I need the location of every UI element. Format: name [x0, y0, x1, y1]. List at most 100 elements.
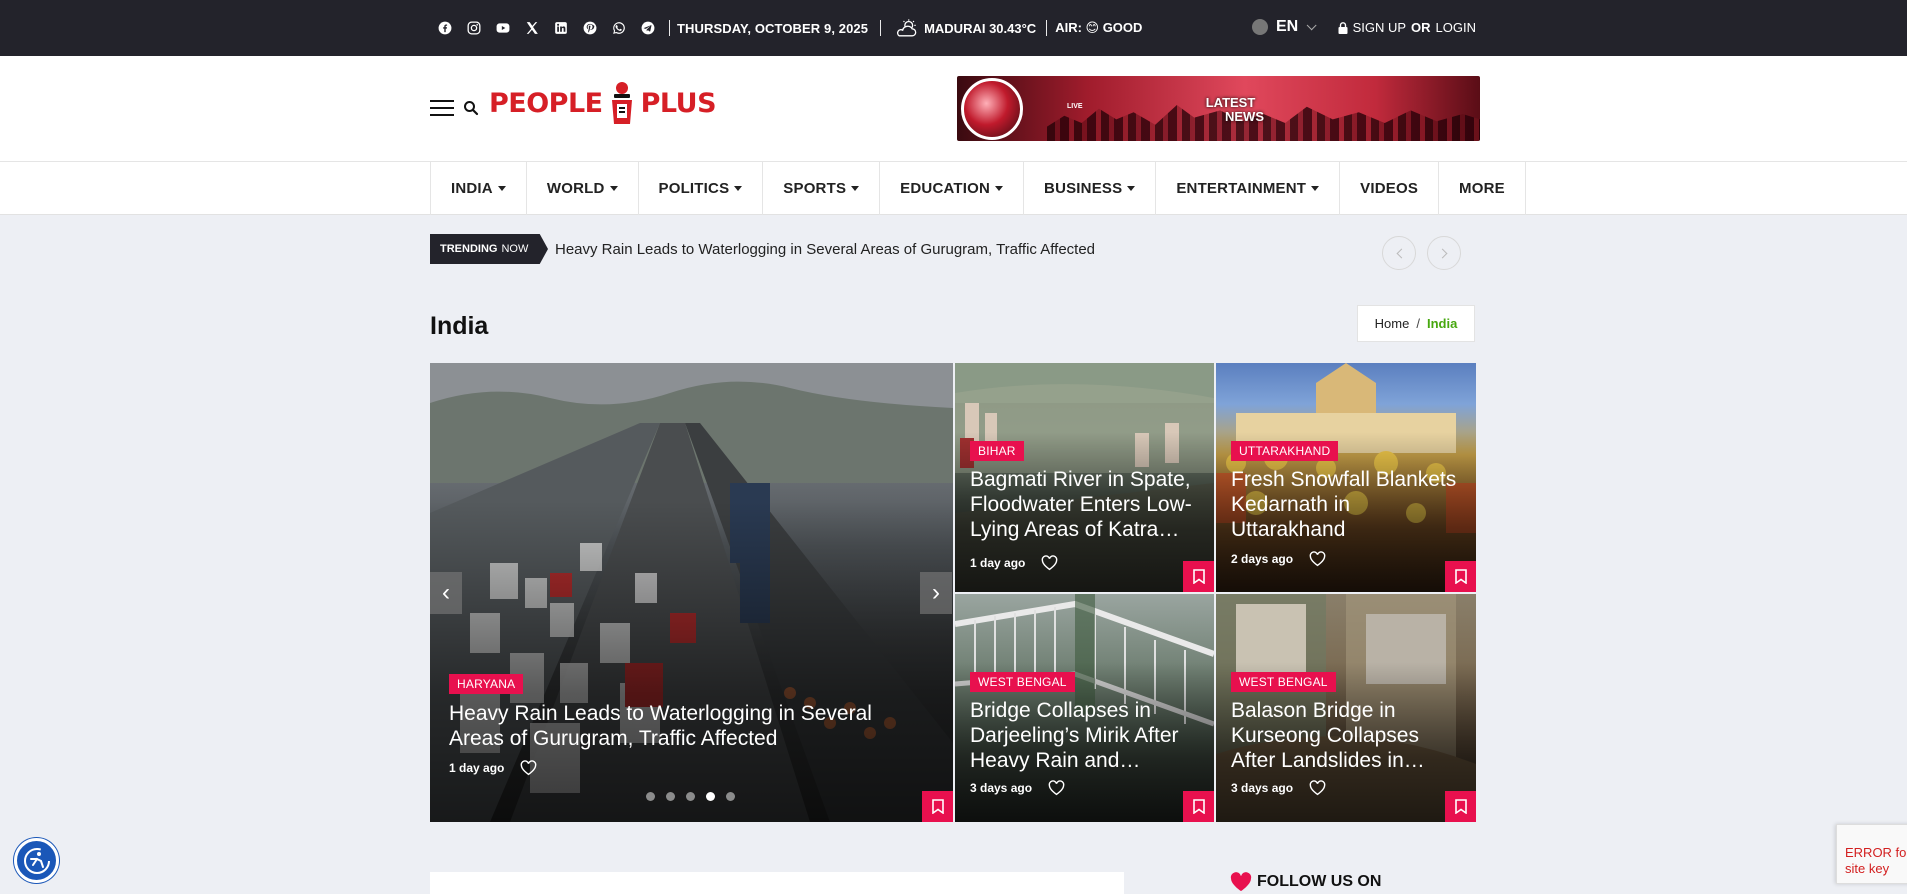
bookmark-button[interactable] [1445, 791, 1476, 822]
category-tag[interactable]: UTTARAKHAND [1231, 441, 1339, 461]
weather-widget: MADURAI 30.43°C [894, 18, 1036, 38]
globe-graphic [961, 78, 1023, 140]
language-selector[interactable]: EN [1252, 18, 1317, 36]
accessibility-button[interactable] [14, 838, 59, 883]
slider-dot-active[interactable] [706, 792, 715, 801]
hamburger-menu-icon[interactable] [430, 100, 454, 116]
news-card[interactable]: UTTARAKHAND Fresh Snowfall Blankets Keda… [1216, 363, 1476, 592]
nav-item-india[interactable]: INDIA [431, 162, 527, 215]
trending-next-button[interactable] [1427, 236, 1461, 270]
slider-dot[interactable] [726, 792, 735, 801]
whatsapp-icon[interactable] [604, 0, 633, 56]
nav-item-entertainment[interactable]: ENTERTAINMENT [1156, 162, 1341, 215]
divider [1046, 20, 1048, 36]
main-navigation: INDIA WORLD POLITICS SPORTS EDUCATION BU… [0, 161, 1907, 215]
bookmark-button[interactable] [1183, 561, 1214, 592]
breadcrumb-home-link[interactable]: Home [1375, 316, 1410, 331]
publish-time: 2 days ago [1231, 552, 1294, 566]
category-tag[interactable]: HARYANA [449, 674, 524, 694]
divider [669, 20, 670, 36]
card-title[interactable]: Balason Bridge in Kurseong Collapses Aft… [1231, 698, 1466, 773]
caret-down-icon [995, 186, 1004, 191]
latest-news-banner[interactable]: LIVE LATEST NEWS [957, 76, 1480, 141]
breadcrumb-separator: / [1416, 316, 1420, 331]
nav-item-politics[interactable]: POLITICS [639, 162, 764, 215]
trending-prev-button[interactable] [1382, 236, 1416, 270]
card-meta: 1 day ago [970, 555, 1058, 571]
banner-live-label: LIVE [1067, 103, 1083, 110]
nav-item-videos[interactable]: VIDEOS [1340, 162, 1440, 215]
caret-down-icon [851, 186, 860, 191]
heart-icon[interactable] [1309, 551, 1326, 567]
or-text: OR [1411, 20, 1431, 35]
youtube-icon[interactable] [488, 0, 517, 56]
lock-icon [1338, 21, 1348, 34]
bookmark-icon [1192, 569, 1205, 584]
nav-item-business[interactable]: BUSINESS [1024, 162, 1157, 215]
slider-next-button[interactable]: › [920, 572, 952, 614]
publish-time: 1 day ago [449, 761, 505, 775]
follow-us-heading: FOLLOW US ON [1230, 872, 1381, 892]
signup-link[interactable]: SIGN UP [1353, 20, 1406, 35]
category-tag[interactable]: BIHAR [970, 441, 1024, 461]
slider-dot[interactable] [666, 792, 675, 801]
logo-mascot-icon [611, 82, 632, 124]
login-link[interactable]: LOGIN [1436, 20, 1476, 35]
news-card[interactable]: WEST BENGAL Balason Bridge in Kurseong C… [1216, 594, 1476, 822]
heart-icon[interactable] [1048, 780, 1065, 796]
slider-dot[interactable] [646, 792, 655, 801]
bookmark-button[interactable] [922, 791, 953, 822]
card-meta: 3 days ago [1231, 780, 1326, 796]
slider-prev-button[interactable]: ‹ [430, 572, 462, 614]
slider-dots [646, 792, 746, 801]
bookmark-button[interactable] [1445, 561, 1476, 592]
news-card[interactable]: WEST BENGAL Bridge Collapses in Darjeeli… [955, 594, 1214, 822]
caret-down-icon [1127, 186, 1136, 191]
x-icon[interactable] [517, 0, 546, 56]
recaptcha-error-badge: ERROR for site key [1836, 824, 1907, 884]
nav-item-world[interactable]: WORLD [527, 162, 639, 215]
trending-headline-link[interactable]: Heavy Rain Leads to Waterlogging in Seve… [555, 241, 1095, 258]
news-card[interactable]: BIHAR Bagmati River in Spate, Floodwater… [955, 363, 1214, 592]
bookmark-icon [1454, 799, 1467, 814]
heart-icon[interactable] [1041, 555, 1058, 571]
chevron-down-icon [1306, 19, 1317, 30]
site-header: PEOPLE PLUS LIVE LATEST NEWS [0, 56, 1907, 161]
facebook-icon[interactable] [430, 0, 459, 56]
chevron-right-icon [1437, 248, 1447, 258]
nav-item-more[interactable]: MORE [1439, 162, 1526, 215]
slider-dot[interactable] [686, 792, 695, 801]
telegram-icon[interactable] [633, 0, 662, 56]
heart-icon[interactable] [520, 760, 537, 776]
nav-item-sports[interactable]: SPORTS [763, 162, 881, 215]
instagram-icon[interactable] [459, 0, 488, 56]
content-panel [430, 872, 1124, 894]
caret-down-icon [734, 186, 743, 191]
pinterest-icon[interactable] [575, 0, 604, 56]
breadcrumb: Home / India [1357, 305, 1475, 342]
globe-icon [1252, 19, 1268, 35]
featured-slider[interactable]: HARYANA Heavy Rain Leads to Waterlogging… [430, 363, 953, 822]
top-bar: THURSDAY, OCTOBER 9, 2025 MADURAI 30.43°… [0, 0, 1907, 56]
site-logo[interactable]: PEOPLE PLUS [489, 78, 717, 128]
category-tag[interactable]: WEST BENGAL [1231, 672, 1336, 692]
nav-item-education[interactable]: EDUCATION [880, 162, 1025, 215]
accessibility-icon [23, 847, 50, 874]
category-tag[interactable]: WEST BENGAL [970, 672, 1075, 692]
social-links [430, 0, 662, 56]
weather-text: MADURAI 30.43°C [924, 20, 1037, 36]
bookmark-icon [1454, 569, 1467, 584]
air-quality: AIR: 😊 GOOD [1055, 20, 1143, 35]
heart-icon[interactable] [1309, 780, 1326, 796]
caret-down-icon [497, 186, 506, 191]
trending-now-label: TRENDING NOW [430, 234, 548, 264]
publish-time: 3 days ago [1231, 781, 1294, 795]
linkedin-icon[interactable] [546, 0, 575, 56]
slide-title[interactable]: Heavy Rain Leads to Waterlogging in Seve… [449, 701, 929, 751]
card-title[interactable]: Fresh Snowfall Blankets Kedarnath in Utt… [1231, 467, 1466, 542]
card-title[interactable]: Bridge Collapses in Darjeeling’s Mirik A… [970, 698, 1205, 773]
bookmark-icon [931, 799, 944, 814]
search-icon[interactable] [463, 100, 479, 116]
bookmark-button[interactable] [1183, 791, 1214, 822]
card-title[interactable]: Bagmati River in Spate, Floodwater Enter… [970, 467, 1205, 542]
